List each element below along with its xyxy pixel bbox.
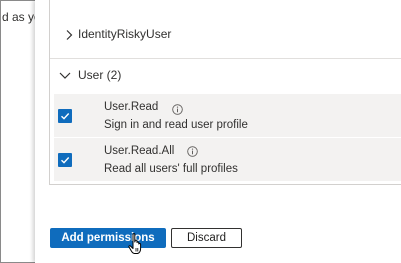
- divider: [50, 58, 401, 59]
- permission-row-user-read-all[interactable]: User.Read.All Read all users' full profi…: [54, 138, 401, 181]
- checkmark-icon: [61, 157, 70, 164]
- group-identityriskyuser[interactable]: IdentityRiskyUser: [78, 27, 171, 41]
- permission-name: User.Read: [104, 101, 159, 113]
- background-page-text: d as you: [2, 10, 35, 24]
- permission-row-user-read[interactable]: User.Read Sign in and read user profile: [54, 94, 401, 137]
- permission-name: User.Read.All: [104, 145, 175, 157]
- request-permissions-panel: IdentityRiskyUser User (2) User.Read Sig…: [35, 0, 401, 263]
- checkmark-icon: [61, 113, 70, 120]
- checkbox-user-read-all[interactable]: [58, 153, 72, 167]
- group-user[interactable]: User (2): [78, 68, 121, 82]
- permissions-list: IdentityRiskyUser User (2) User.Read Sig…: [49, 0, 401, 185]
- info-icon[interactable]: [172, 102, 183, 115]
- info-icon[interactable]: [187, 144, 198, 157]
- hand-pointer-cursor-icon: [128, 233, 144, 255]
- chevron-down-icon[interactable]: [59, 69, 71, 81]
- checkbox-user-read[interactable]: [58, 109, 72, 123]
- permission-description: Read all users' full profiles: [104, 163, 238, 175]
- add-permissions-button[interactable]: Add permissions: [50, 228, 166, 248]
- chevron-right-icon[interactable]: [63, 29, 75, 41]
- permission-description: Sign in and read user profile: [104, 119, 248, 131]
- discard-button[interactable]: Discard: [171, 228, 242, 248]
